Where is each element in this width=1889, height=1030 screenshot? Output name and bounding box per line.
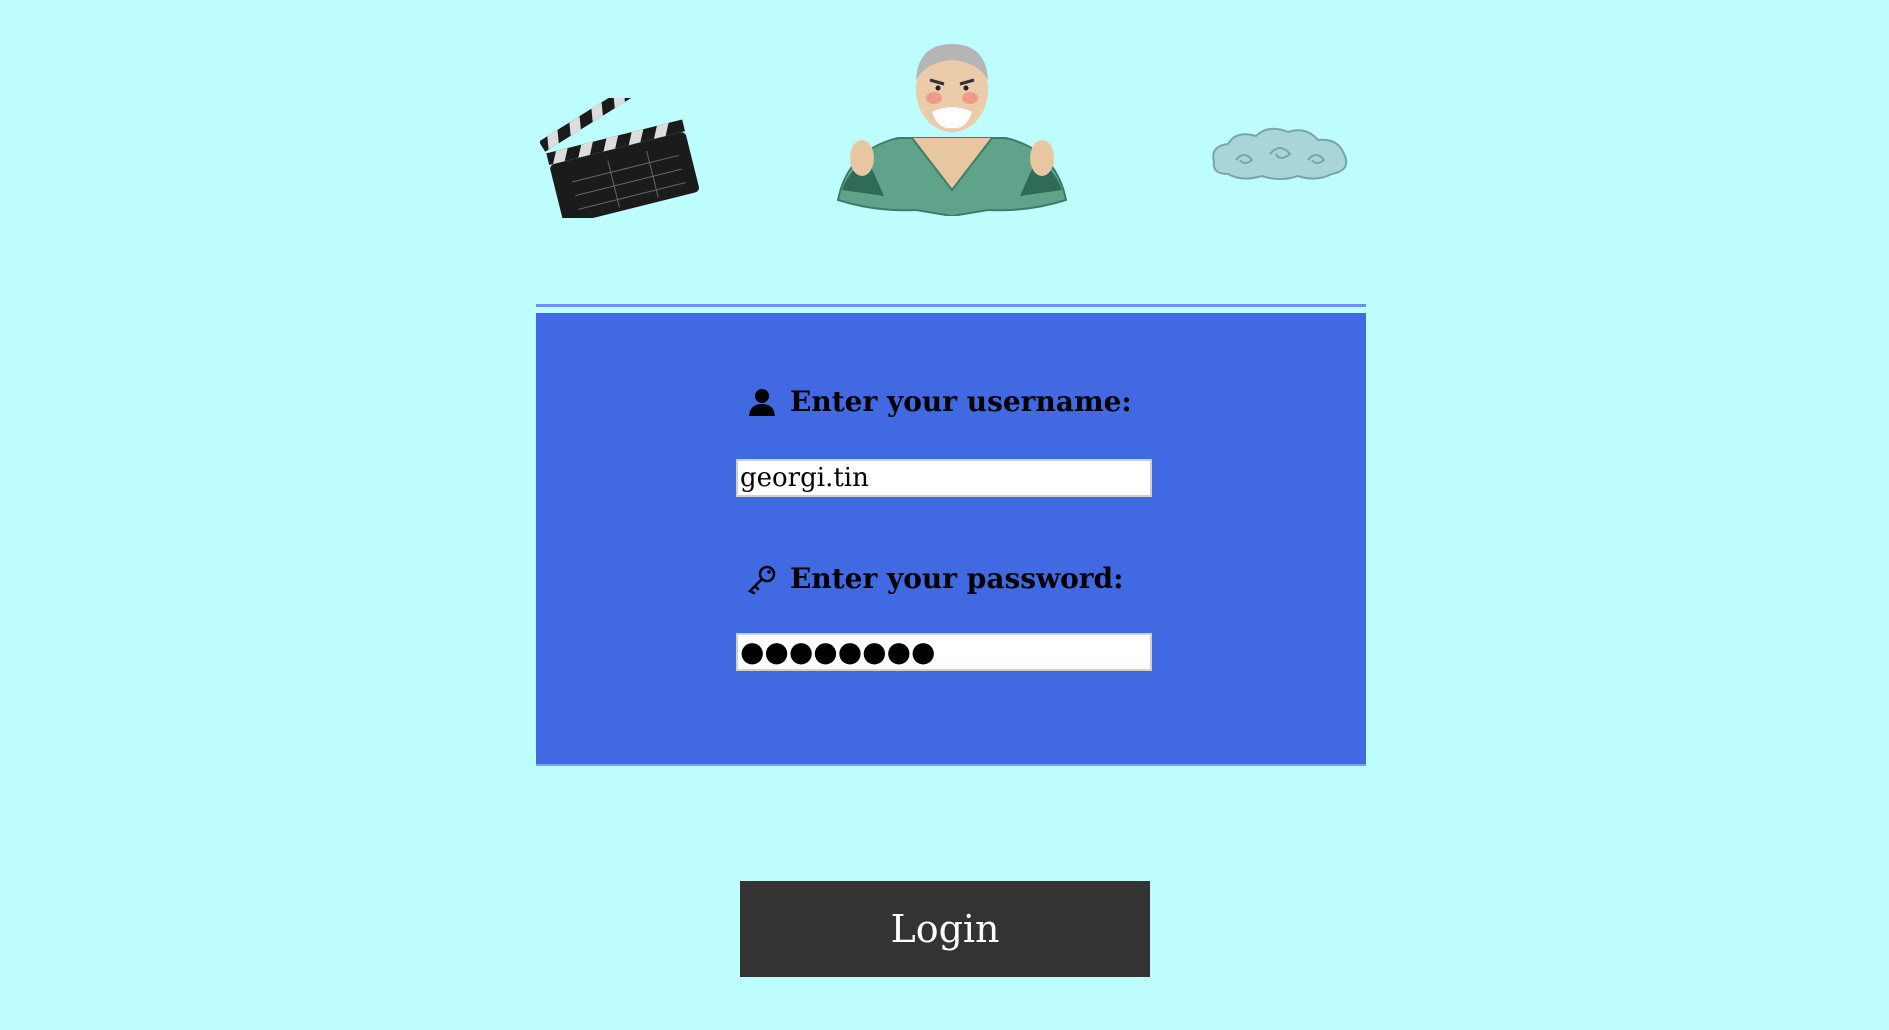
- key-icon: [747, 565, 776, 594]
- username-label-text: Enter your username:: [790, 385, 1132, 418]
- login-button[interactable]: Login: [740, 881, 1150, 977]
- password-label: Enter your password:: [746, 562, 1123, 595]
- user-icon: [749, 388, 775, 416]
- username-label: Enter your username:: [746, 385, 1132, 418]
- login-panel: Enter your username: Enter your password…: [536, 304, 1366, 766]
- clapperboard-icon: [540, 98, 699, 218]
- password-input[interactable]: ●●●●●●●●: [736, 633, 1152, 671]
- old-monk-illustration: [836, 44, 1068, 216]
- cloud-icon: [1212, 127, 1348, 180]
- username-input[interactable]: [736, 459, 1152, 497]
- login-page: Enter your username: Enter your password…: [0, 0, 1889, 1030]
- password-masked-value: ●●●●●●●●: [740, 635, 936, 668]
- password-label-text: Enter your password:: [790, 562, 1124, 595]
